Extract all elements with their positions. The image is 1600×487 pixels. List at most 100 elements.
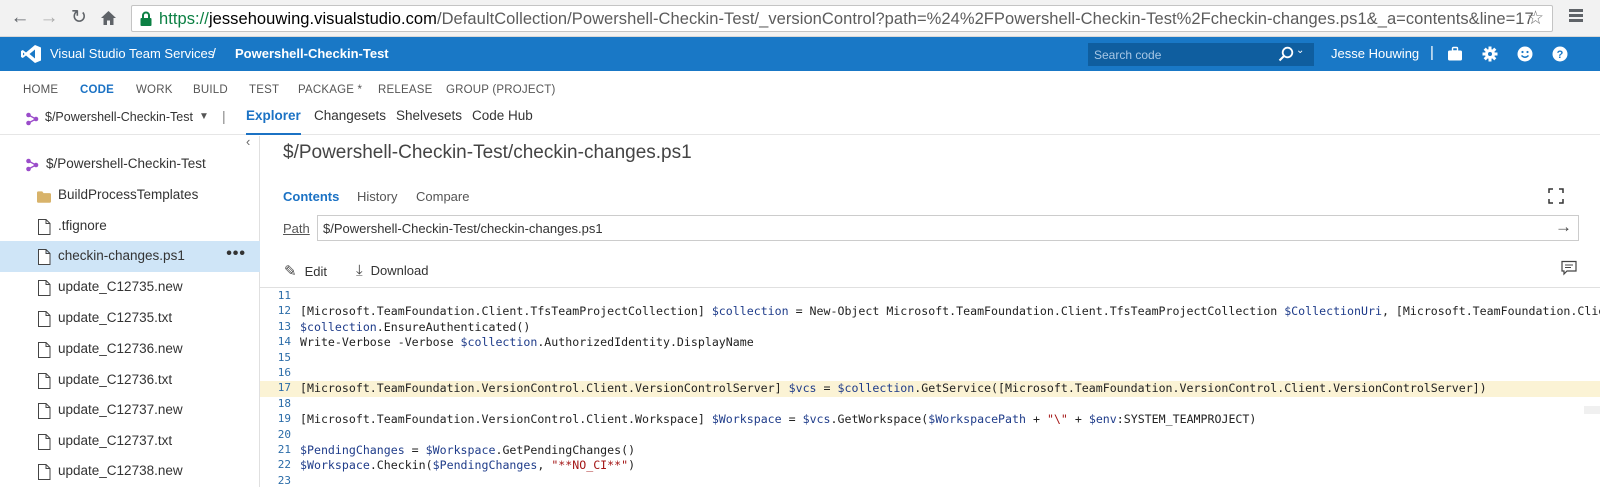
hub-home[interactable]: HOME <box>23 84 58 96</box>
repository-selector[interactable]: $/Powershell-Checkin-Test <box>45 110 193 124</box>
code-line[interactable]: 18 <box>260 397 1600 413</box>
tree-item-label: $/Powershell-Checkin-Test <box>46 156 206 171</box>
line-number[interactable]: 21 <box>277 443 291 456</box>
line-number[interactable]: 13 <box>277 320 291 333</box>
bookmark-star-icon[interactable]: ☆ <box>1527 7 1544 30</box>
code-line[interactable]: 17 [Microsoft.TeamFoundation.VersionContr… <box>260 381 1600 398</box>
forward-arrow-icon[interactable]: → <box>37 6 61 30</box>
collapse-panel-icon[interactable]: ‹ <box>246 134 250 149</box>
code-line[interactable]: 23 <box>260 474 1600 487</box>
scrollbar-thumb[interactable] <box>1584 406 1600 414</box>
gear-icon[interactable] <box>1482 46 1498 62</box>
hub-release[interactable]: RELEASE <box>378 84 432 96</box>
edit-button[interactable]: ✎ Edit <box>284 262 327 280</box>
tab-shelvesets[interactable]: Shelvesets <box>396 108 462 135</box>
code-line[interactable]: 14 Write-Verbose -Verbose $collection.Aut… <box>260 335 1600 351</box>
code-line[interactable]: 16 <box>260 366 1600 382</box>
vsts-header: Visual Studio Team Services / Powershell… <box>0 37 1600 71</box>
hub-group-project[interactable]: GROUP (PROJECT) <box>446 84 556 96</box>
line-number[interactable]: 23 <box>277 474 291 487</box>
code-text: [Microsoft.TeamFoundation.VersionControl… <box>300 381 1487 396</box>
tree-item-file[interactable]: update_C12736.new <box>0 334 260 365</box>
code-viewer[interactable]: 11 12 [Microsoft.TeamFoundation.Client.Tfs… <box>260 289 1600 487</box>
visual-studio-logo-icon[interactable] <box>21 45 41 63</box>
line-number[interactable]: 16 <box>277 366 291 379</box>
fullscreen-icon[interactable] <box>1548 188 1564 204</box>
search-input[interactable] <box>1094 45 1269 64</box>
tree-item-label: update_C12735.new <box>58 279 183 294</box>
tree-item-file-selected[interactable]: checkin-changes.ps1 ••• <box>0 241 260 272</box>
line-number[interactable]: 17 <box>277 381 291 394</box>
tree-item-folder[interactable]: BuildProcessTemplates <box>0 180 260 211</box>
tree-item-file[interactable]: update_C12738.new <box>0 456 260 487</box>
user-name[interactable]: Jesse Houwing <box>1331 46 1419 61</box>
caret-down-icon[interactable]: ▼ <box>199 111 209 122</box>
reload-icon[interactable]: ↻ <box>67 6 91 30</box>
line-number[interactable]: 15 <box>277 351 291 364</box>
hub-test[interactable]: TEST <box>249 84 279 96</box>
tree-item-label: update_C12738.new <box>58 463 183 478</box>
tree-item-file[interactable]: update_C12737.txt <box>0 426 260 457</box>
file-icon <box>38 219 51 235</box>
product-title[interactable]: Visual Studio Team Services <box>50 46 214 61</box>
file-toolbar: ✎ Edit ⤓ Download <box>260 252 1600 288</box>
tree-item-file[interactable]: update_C12736.txt <box>0 365 260 396</box>
pencil-icon: ✎ <box>284 263 297 280</box>
tab-explorer[interactable]: Explorer <box>246 108 301 135</box>
code-line[interactable]: 12 [Microsoft.TeamFoundation.Client.TfsTe… <box>260 304 1600 320</box>
tree-item-root[interactable]: $/Powershell-Checkin-Test <box>0 149 260 180</box>
tree-item-file[interactable]: update_C12735.txt <box>0 303 260 334</box>
hub-package[interactable]: PACKAGE * <box>298 84 362 96</box>
code-line[interactable]: 11 <box>260 289 1600 305</box>
path-input[interactable]: $/Powershell-Checkin-Test/checkin-change… <box>317 215 1579 241</box>
tree-item-file[interactable]: update_C12737.new <box>0 395 260 426</box>
tab-code-hub[interactable]: Code Hub <box>472 108 533 135</box>
tree-item-file[interactable]: .tfignore <box>0 211 260 242</box>
browser-menu-icon[interactable] <box>1565 7 1587 29</box>
back-arrow-icon[interactable]: ← <box>8 6 32 30</box>
line-number[interactable]: 14 <box>277 335 291 348</box>
code-line[interactable]: 19 [Microsoft.TeamFoundation.VersionContr… <box>260 412 1600 428</box>
tab-contents[interactable]: Contents <box>283 189 339 204</box>
code-line[interactable]: 15 <box>260 351 1600 367</box>
lock-icon <box>140 11 152 26</box>
comment-icon[interactable] <box>1561 260 1577 276</box>
home-icon[interactable] <box>96 6 120 30</box>
hub-code[interactable]: CODE <box>80 84 114 96</box>
project-name[interactable]: Powershell-Checkin-Test <box>235 46 389 61</box>
hub-build[interactable]: BUILD <box>193 84 228 96</box>
file-icon <box>38 280 51 296</box>
file-title: $/Powershell-Checkin-Test/checkin-change… <box>283 142 692 163</box>
help-icon[interactable]: ? <box>1552 46 1568 62</box>
line-number[interactable]: 12 <box>277 304 291 317</box>
path-value: $/Powershell-Checkin-Test/checkin-change… <box>323 221 603 236</box>
file-icon <box>38 434 51 450</box>
tree-item-label: update_C12737.txt <box>58 433 173 448</box>
line-number[interactable]: 19 <box>277 412 291 425</box>
smiley-icon[interactable] <box>1517 46 1533 62</box>
tab-changesets[interactable]: Changesets <box>314 108 386 135</box>
line-number[interactable]: 11 <box>277 289 291 302</box>
tab-history[interactable]: History <box>357 189 397 204</box>
briefcase-icon[interactable] <box>1447 46 1463 62</box>
search-icon[interactable] <box>1278 46 1294 62</box>
code-line[interactable]: 20 <box>260 428 1600 444</box>
code-line[interactable]: 13 $collection.EnsureAuthenticated() <box>260 320 1600 336</box>
line-number[interactable]: 18 <box>277 397 291 410</box>
more-actions-icon[interactable]: ••• <box>226 245 246 263</box>
code-line[interactable]: 22 $Workspace.Checkin($PendingChanges, "*… <box>260 458 1600 474</box>
line-number[interactable]: 22 <box>277 458 291 471</box>
code-line[interactable]: 21 $PendingChanges = $Workspace.GetPendin… <box>260 443 1600 459</box>
tree-item-file[interactable]: update_C12735.new <box>0 272 260 303</box>
folder-icon <box>37 191 51 203</box>
line-number[interactable]: 20 <box>277 428 291 441</box>
download-button[interactable]: ⤓ Download <box>356 262 428 279</box>
hub-work[interactable]: WORK <box>136 84 173 96</box>
chevron-down-icon[interactable]: ⌄ <box>1296 45 1304 56</box>
tab-compare[interactable]: Compare <box>416 189 469 204</box>
address-bar[interactable]: https://jessehouwing.visualstudio.com/De… <box>131 5 1553 32</box>
edit-label: Edit <box>304 264 327 279</box>
arrow-right-icon[interactable]: → <box>1555 217 1572 237</box>
header-divider: | <box>1430 44 1434 61</box>
file-icon <box>38 464 51 480</box>
